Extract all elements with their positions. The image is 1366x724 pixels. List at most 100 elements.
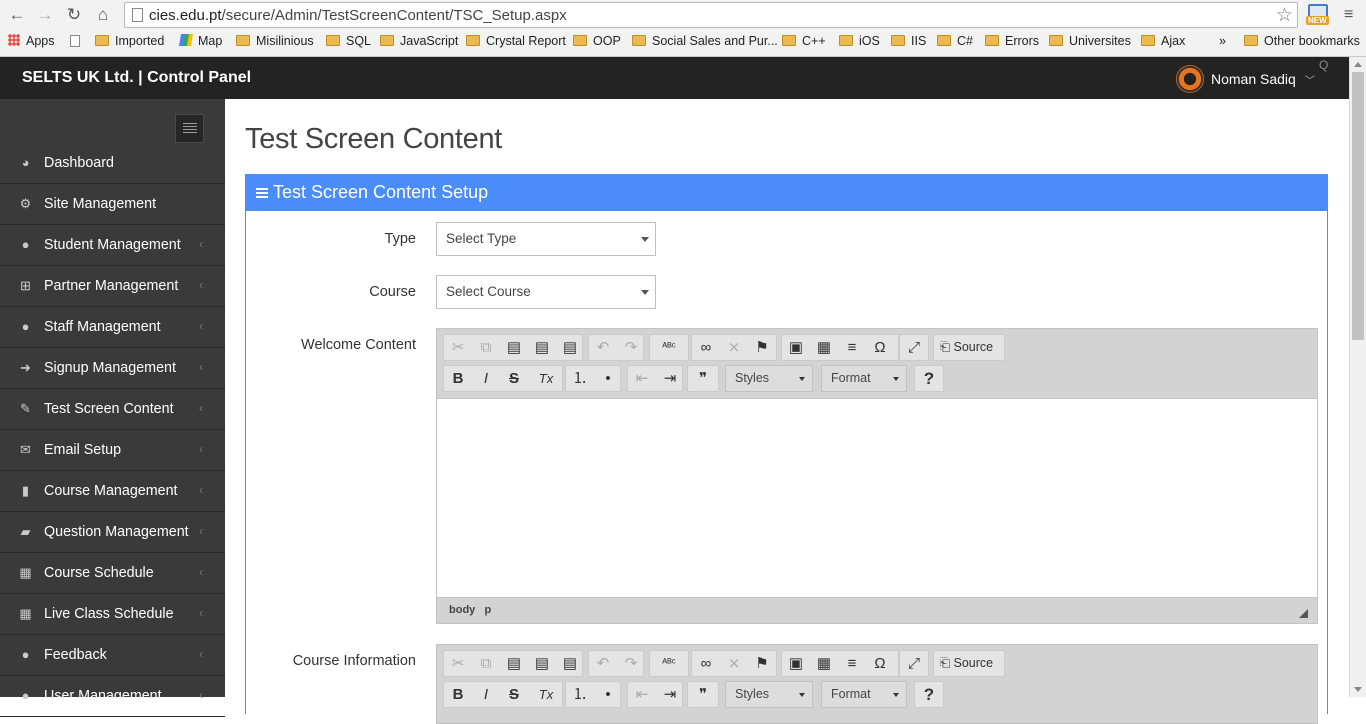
sidebar-item-test-screen-content[interactable]: ✎ Test Screen Content ‹ (0, 389, 225, 430)
horizontal-rule-icon[interactable]: ≡ (840, 651, 864, 676)
bold-icon[interactable]: B (446, 366, 470, 391)
numbered-list-icon[interactable]: ⒈ (568, 682, 592, 707)
other-bookmarks[interactable]: Other bookmarks (1244, 34, 1360, 48)
paste-text-icon[interactable]: ▤ (530, 335, 554, 360)
resize-handle-icon[interactable] (1299, 609, 1308, 618)
bookmark-social-sales[interactable]: Social Sales and Pur... (632, 34, 778, 48)
link-icon[interactable]: ∞ (694, 651, 718, 676)
home-icon[interactable]: ⌂ (92, 4, 114, 26)
bookmarks-overflow[interactable]: » (1219, 34, 1226, 48)
sidebar-item-dashboard[interactable]: ◕ Dashboard (0, 143, 225, 184)
scrollbar-thumb[interactable] (1352, 72, 1364, 340)
undo-icon[interactable]: ↶ (591, 651, 615, 676)
redo-icon[interactable]: ↷ (619, 651, 643, 676)
sidebar-item-live-class-schedule[interactable]: ▦ Live Class Schedule ‹ (0, 594, 225, 635)
sidebar-toggle-icon[interactable] (175, 114, 204, 143)
bookmark-sql[interactable]: SQL (326, 34, 371, 48)
bulleted-list-icon[interactable]: • (596, 366, 620, 391)
indent-icon[interactable]: ⇥ (658, 682, 682, 707)
bookmark-universites[interactable]: Universites (1049, 34, 1131, 48)
editor-content-area[interactable] (437, 398, 1317, 598)
bookmark-misilinious[interactable]: Misilinious (236, 34, 314, 48)
path-p[interactable]: p (484, 604, 491, 616)
styles-dropdown[interactable]: Styles (725, 681, 813, 708)
link-icon[interactable]: ∞ (694, 335, 718, 360)
browser-menu-icon[interactable]: ≡ (1344, 6, 1353, 24)
unlink-icon[interactable]: ⨯ (722, 335, 746, 360)
address-bar[interactable]: cies.edu.pt/secure/Admin/TestScreenConte… (124, 2, 1298, 28)
paste-icon[interactable]: ▤ (502, 651, 526, 676)
cut-icon[interactable]: ✂ (446, 651, 470, 676)
special-char-icon[interactable]: Ω (868, 651, 892, 676)
paste-word-icon[interactable]: ▤ (558, 335, 582, 360)
scroll-down-icon[interactable] (1354, 687, 1362, 692)
strikethrough-icon[interactable]: S (502, 366, 526, 391)
help-icon[interactable]: ? (917, 366, 941, 391)
sidebar-item-feedback[interactable]: ● Feedback ‹ (0, 635, 225, 676)
help-icon[interactable]: ? (917, 682, 941, 707)
styles-dropdown[interactable]: Styles (725, 365, 813, 392)
remove-format-icon[interactable]: Tx (534, 682, 558, 707)
format-dropdown[interactable]: Format (821, 365, 907, 392)
spellcheck-icon[interactable]: ᴬᴮᶜ (653, 335, 685, 360)
sidebar-item-student-management[interactable]: ● Student Management ‹ (0, 225, 225, 266)
image-icon[interactable]: ▣ (784, 651, 808, 676)
image-icon[interactable]: ▣ (784, 335, 808, 360)
sidebar-item-question-management[interactable]: ▰ Question Management ‹ (0, 512, 225, 553)
brand-title[interactable]: SELTS UK Ltd. | Control Panel (22, 69, 251, 87)
anchor-icon[interactable]: ⚑ (750, 651, 774, 676)
strikethrough-icon[interactable]: S (502, 682, 526, 707)
outdent-icon[interactable]: ⇤ (630, 366, 654, 391)
redo-icon[interactable]: ↷ (619, 335, 643, 360)
table-icon[interactable]: ▦ (812, 335, 836, 360)
extension-icon[interactable]: NEW (1305, 3, 1331, 27)
paste-word-icon[interactable]: ▤ (558, 651, 582, 676)
format-dropdown[interactable]: Format (821, 681, 907, 708)
bookmark-ajax[interactable]: Ajax (1141, 34, 1185, 48)
reload-icon[interactable]: ↻ (63, 4, 85, 26)
sidebar-item-course-schedule[interactable]: ▦ Course Schedule ‹ (0, 553, 225, 594)
copy-icon[interactable]: ⧉ (474, 651, 498, 676)
maximize-icon[interactable]: ⤢ (902, 335, 926, 360)
type-select[interactable]: Select Type (436, 222, 656, 256)
paste-text-icon[interactable]: ▤ (530, 651, 554, 676)
blockquote-icon[interactable]: ❞ (691, 682, 715, 707)
paste-icon[interactable]: ▤ (502, 335, 526, 360)
scroll-up-icon[interactable] (1354, 62, 1362, 67)
sidebar-item-signup-management[interactable]: ➜ Signup Management ‹ (0, 348, 225, 389)
bookmark-star-icon[interactable]: ☆ (1276, 4, 1293, 27)
bookmark-javascript[interactable]: JavaScript (380, 34, 458, 48)
path-body[interactable]: body (449, 604, 475, 616)
back-icon[interactable]: ← (6, 4, 28, 26)
source-button[interactable]: ⎗ Source (936, 651, 1004, 676)
bookmark-ios[interactable]: iOS (839, 34, 880, 48)
url-text[interactable]: cies.edu.pt/secure/Admin/TestScreenConte… (149, 7, 567, 24)
table-icon[interactable]: ▦ (812, 651, 836, 676)
unlink-icon[interactable]: ⨯ (722, 651, 746, 676)
source-button[interactable]: ⎗ Source (936, 335, 1004, 360)
page-scrollbar[interactable] (1349, 57, 1366, 697)
sidebar-item-partner-management[interactable]: ⊞ Partner Management ‹ (0, 266, 225, 307)
bookmark-iis[interactable]: IIS (891, 34, 926, 48)
bulleted-list-icon[interactable]: • (596, 682, 620, 707)
special-char-icon[interactable]: Ω (868, 335, 892, 360)
undo-icon[interactable]: ↶ (591, 335, 615, 360)
bookmark-oop[interactable]: OOP (573, 34, 621, 48)
sidebar-item-site-management[interactable]: ⚙ Site Management (0, 184, 225, 225)
bookmark-cpp[interactable]: C++ (782, 34, 826, 48)
sidebar-item-staff-management[interactable]: ● Staff Management ‹ (0, 307, 225, 348)
cut-icon[interactable]: ✂ (446, 335, 470, 360)
bookmark-apps[interactable]: Apps (8, 34, 55, 48)
indent-icon[interactable]: ⇥ (658, 366, 682, 391)
bookmark-crystal-report[interactable]: Crystal Report (466, 34, 566, 48)
maximize-icon[interactable]: ⤢ (902, 651, 926, 676)
outdent-icon[interactable]: ⇤ (630, 682, 654, 707)
bookmark-imported[interactable]: Imported (95, 34, 164, 48)
sidebar-item-course-management[interactable]: ▮ Course Management ‹ (0, 471, 225, 512)
bold-icon[interactable]: B (446, 682, 470, 707)
bookmark-page[interactable] (70, 34, 86, 48)
bookmark-errors[interactable]: Errors (985, 34, 1039, 48)
numbered-list-icon[interactable]: ⒈ (568, 366, 592, 391)
copy-icon[interactable]: ⧉ (474, 335, 498, 360)
blockquote-icon[interactable]: ❞ (691, 366, 715, 391)
